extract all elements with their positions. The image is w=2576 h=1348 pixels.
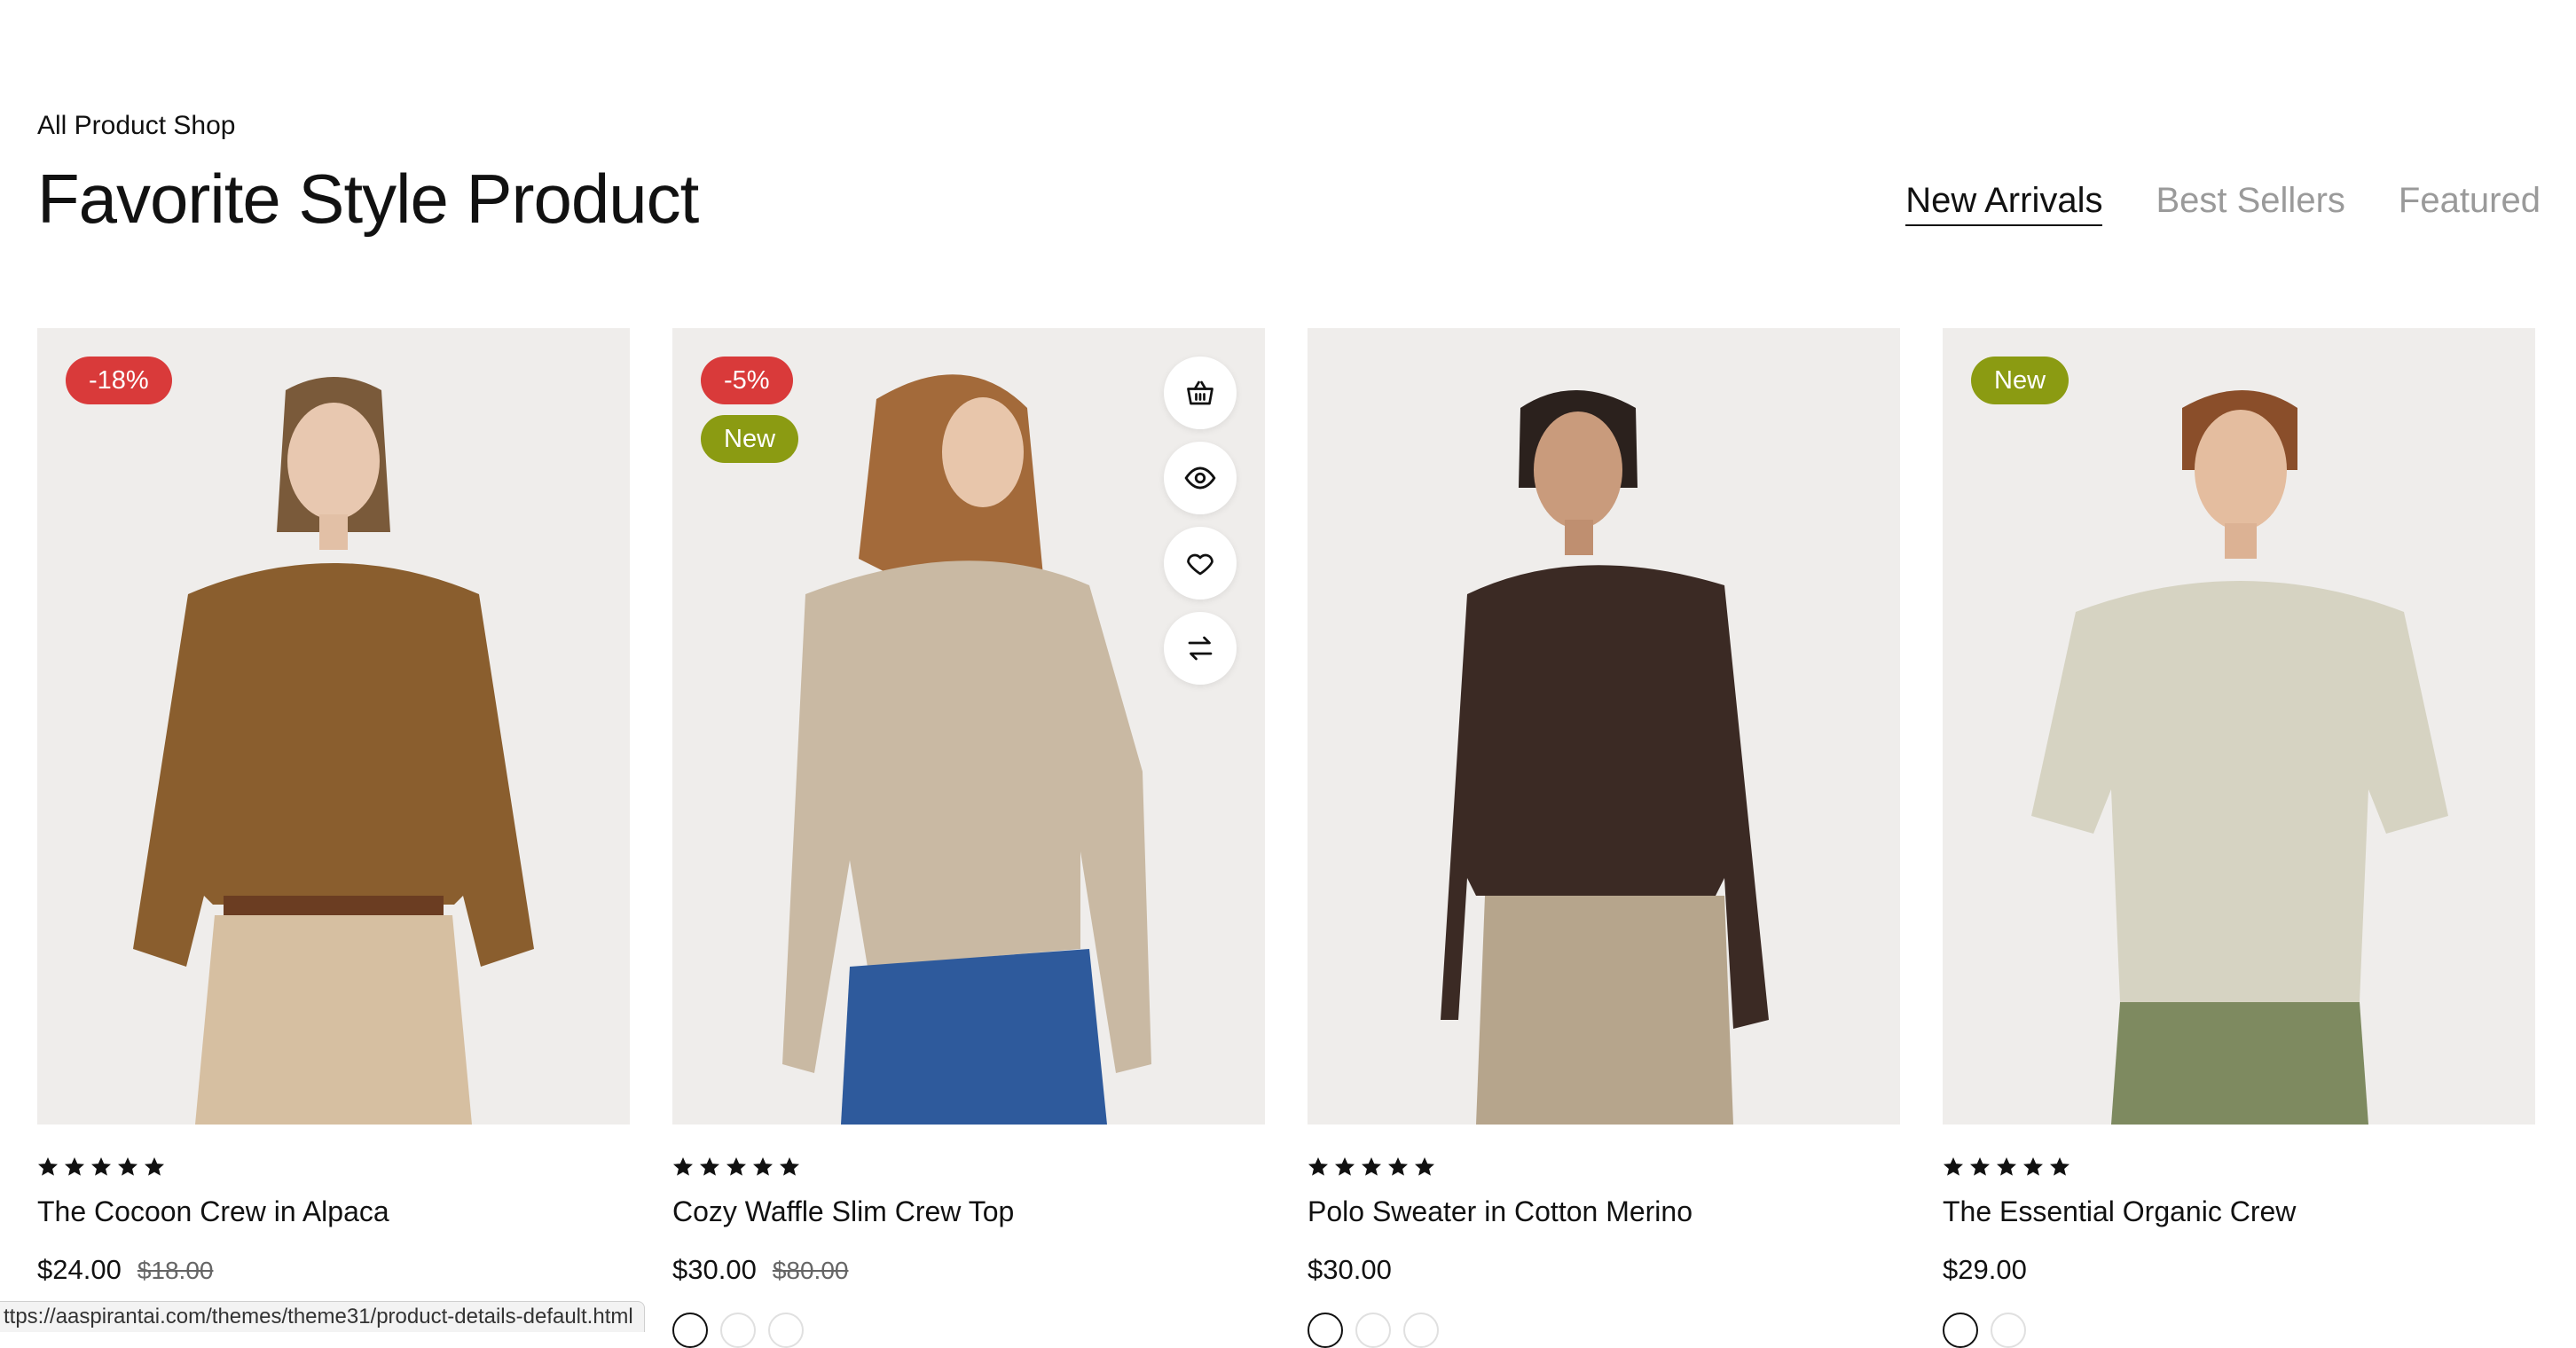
product-price: $30.00	[672, 1254, 757, 1285]
star-icon	[65, 1157, 84, 1176]
color-swatch[interactable]	[672, 1313, 708, 1348]
star-icon	[1997, 1157, 2016, 1176]
color-swatch[interactable]	[768, 1313, 804, 1348]
product-photo	[37, 328, 630, 1125]
eye-icon	[1184, 466, 1216, 490]
star-icon	[1362, 1157, 1381, 1176]
section-eyebrow: All Product Shop	[37, 111, 236, 140]
rating-stars	[672, 1156, 1265, 1178]
star-icon	[1335, 1157, 1355, 1176]
product-photo	[1308, 328, 1900, 1125]
star-icon	[2050, 1157, 2069, 1176]
star-icon	[673, 1157, 693, 1176]
color-swatches	[672, 1313, 804, 1348]
star-icon	[1970, 1157, 1990, 1176]
star-icon	[753, 1157, 773, 1176]
add-to-cart-button[interactable]	[1164, 357, 1237, 429]
color-swatch[interactable]	[1403, 1313, 1439, 1348]
section-title: Favorite Style Product	[37, 160, 699, 238]
product-name[interactable]: Cozy Waffle Slim Crew Top	[672, 1194, 1265, 1229]
discount-badge: -5%	[701, 357, 793, 404]
star-icon	[1944, 1157, 1963, 1176]
product-card[interactable]: New The Essential Organic Crew $29.00	[1943, 328, 2535, 1348]
rating-stars	[1308, 1156, 1900, 1178]
star-icon	[145, 1157, 164, 1176]
wishlist-button[interactable]	[1164, 527, 1237, 600]
color-swatch[interactable]	[1991, 1313, 2026, 1348]
product-price: $30.00	[1308, 1254, 1392, 1285]
price-row: $30.00	[1308, 1254, 1900, 1286]
product-name[interactable]: The Essential Organic Crew	[1943, 1194, 2535, 1229]
product-price: $29.00	[1943, 1254, 2027, 1285]
star-icon	[1308, 1157, 1328, 1176]
star-icon	[1388, 1157, 1408, 1176]
product-name[interactable]: The Cocoon Crew in Alpaca	[37, 1194, 630, 1229]
star-icon	[2023, 1157, 2043, 1176]
product-image[interactable]: -5% New	[672, 328, 1265, 1125]
product-tabs: New Arrivals Best Sellers Featured	[1905, 181, 2541, 226]
quick-actions	[1164, 357, 1237, 685]
new-badge: New	[701, 415, 799, 463]
tab-featured[interactable]: Featured	[2399, 181, 2541, 226]
badge-group: -5% New	[701, 357, 799, 463]
quick-view-button[interactable]	[1164, 442, 1237, 514]
color-swatch[interactable]	[1308, 1313, 1343, 1348]
color-swatches	[1308, 1313, 1439, 1348]
badge-group: -18%	[66, 357, 172, 404]
product-image[interactable]	[1308, 328, 1900, 1125]
product-name[interactable]: Polo Sweater in Cotton Merino	[1308, 1194, 1900, 1229]
color-swatches	[1943, 1313, 2026, 1348]
star-icon	[38, 1157, 58, 1176]
color-swatch[interactable]	[720, 1313, 756, 1348]
product-price: $24.00	[37, 1254, 122, 1285]
status-bar-url: ttps://aaspirantai.com/themes/theme31/pr…	[0, 1301, 645, 1332]
product-card[interactable]: -5% New Cozy Waffle Slim Crew Top $30.00…	[672, 328, 1265, 1348]
product-grid: -18% The Cocoon Crew in Alpaca $24.00 $1…	[37, 328, 2535, 1348]
star-icon	[91, 1157, 111, 1176]
product-old-price: $18.00	[137, 1257, 214, 1284]
rating-stars	[1943, 1156, 2535, 1178]
product-photo	[1943, 328, 2535, 1125]
price-row: $30.00 $80.00	[672, 1254, 1265, 1286]
badge-group: New	[1971, 357, 2069, 404]
color-swatch[interactable]	[1355, 1313, 1391, 1348]
heart-icon	[1187, 553, 1213, 576]
rating-stars	[37, 1156, 630, 1178]
star-icon	[118, 1157, 137, 1176]
compare-icon	[1188, 636, 1213, 661]
basket-icon	[1187, 380, 1213, 405]
section-header: All Product Shop Favorite Style Product	[37, 108, 699, 241]
tab-new-arrivals[interactable]: New Arrivals	[1905, 181, 2103, 226]
star-icon	[780, 1157, 799, 1176]
tab-best-sellers[interactable]: Best Sellers	[2156, 181, 2344, 226]
product-old-price: $80.00	[772, 1257, 849, 1284]
star-icon	[1415, 1157, 1434, 1176]
product-image[interactable]: -18%	[37, 328, 630, 1125]
price-row: $24.00 $18.00	[37, 1254, 630, 1286]
product-card[interactable]: Polo Sweater in Cotton Merino $30.00	[1308, 328, 1900, 1348]
product-card[interactable]: -18% The Cocoon Crew in Alpaca $24.00 $1…	[37, 328, 630, 1286]
discount-badge: -18%	[66, 357, 172, 404]
star-icon	[700, 1157, 719, 1176]
compare-button[interactable]	[1164, 612, 1237, 685]
star-icon	[726, 1157, 746, 1176]
new-badge: New	[1971, 357, 2069, 404]
price-row: $29.00	[1943, 1254, 2535, 1286]
color-swatch[interactable]	[1943, 1313, 1978, 1348]
product-image[interactable]: New	[1943, 328, 2535, 1125]
